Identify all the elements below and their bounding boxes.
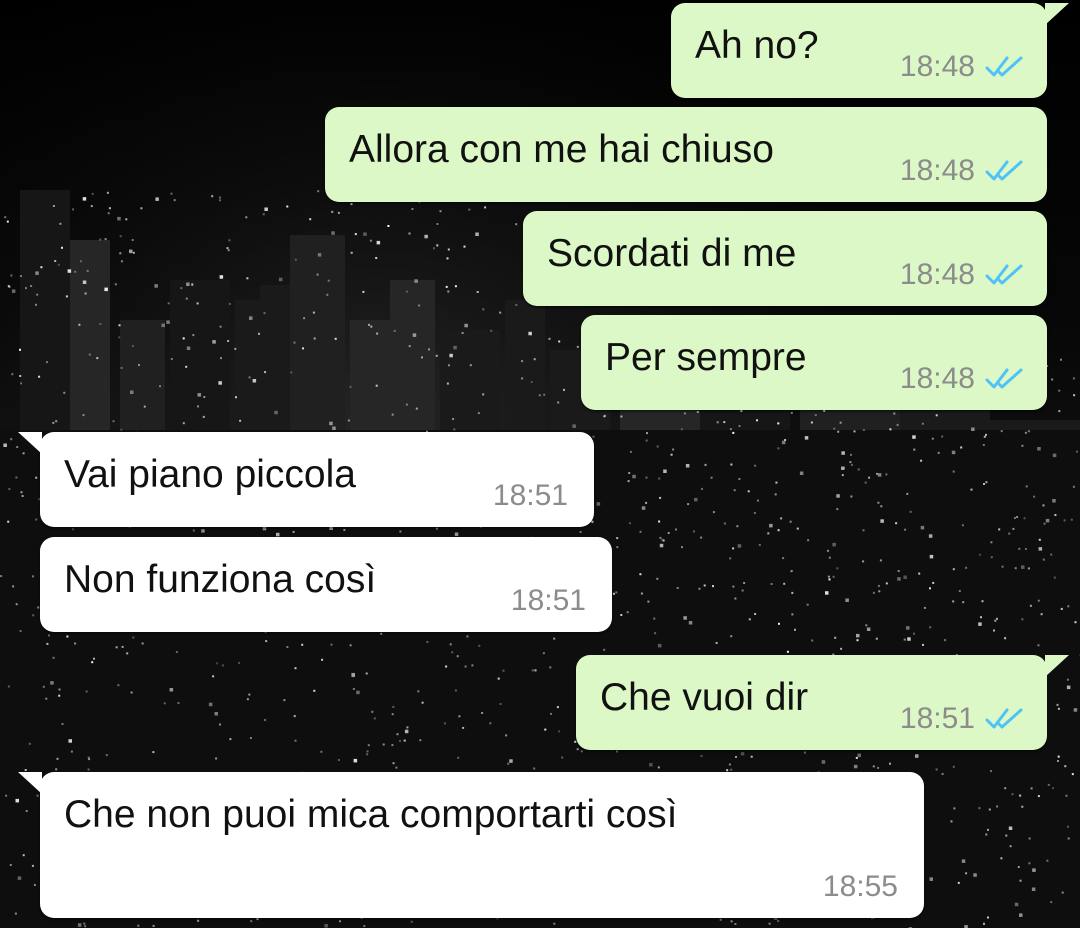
incoming-message-bubble[interactable]: Che non puoi mica comportarti così 18:55 <box>18 772 924 918</box>
message-meta: 18:48 <box>900 362 1025 396</box>
message-timestamp: 18:51 <box>492 479 568 512</box>
outgoing-message-bubble[interactable]: Per sempre 18:48 <box>581 315 1047 410</box>
message-meta: 18:48 <box>900 50 1025 84</box>
message-text: Ah no? <box>695 24 819 67</box>
bubble-tail <box>1045 3 1069 25</box>
message-meta: 18:48 <box>900 258 1025 292</box>
message-text: Per sempre <box>605 336 807 379</box>
outgoing-message-bubble[interactable]: Ah no? 18:48 <box>671 3 1069 98</box>
message-timestamp: 18:51 <box>510 584 586 617</box>
double-check-read-icon <box>985 160 1023 181</box>
message-timestamp: 18:51 <box>899 702 975 735</box>
bubble-tail <box>1045 655 1069 677</box>
message-meta: 18:51 <box>511 584 586 618</box>
message-timestamp: 18:48 <box>899 154 975 187</box>
message-timestamp: 18:48 <box>899 50 975 83</box>
message-meta: 18:51 <box>900 702 1025 736</box>
message-text: Non funziona così <box>64 558 377 601</box>
message-meta: 18:51 <box>493 479 568 513</box>
bubble-tail <box>18 432 42 454</box>
incoming-message-bubble[interactable]: Vai piano piccola 18:51 <box>18 432 594 527</box>
message-text: Che non puoi mica comportarti così <box>64 793 678 836</box>
outgoing-message-bubble[interactable]: Allora con me hai chiuso 18:48 <box>325 107 1047 202</box>
message-meta: 18:55 <box>823 870 898 904</box>
incoming-message-bubble[interactable]: Non funziona così 18:51 <box>40 537 612 632</box>
double-check-read-icon <box>985 264 1023 285</box>
message-text: Allora con me hai chiuso <box>349 128 774 171</box>
double-check-read-icon <box>985 56 1023 77</box>
message-timestamp: 18:55 <box>822 870 898 903</box>
bubble-tail <box>18 772 42 794</box>
message-timestamp: 18:48 <box>899 362 975 395</box>
message-text: Scordati di me <box>547 232 797 275</box>
chat-screen: Ah no? 18:48 Allora con me hai chiuso 18:48… <box>0 0 1080 928</box>
double-check-read-icon <box>985 708 1023 729</box>
message-meta: 18:48 <box>900 154 1025 188</box>
outgoing-message-bubble[interactable]: Che vuoi dir 18:51 <box>576 655 1069 750</box>
message-text: Vai piano piccola <box>64 453 356 496</box>
message-timestamp: 18:48 <box>899 258 975 291</box>
double-check-read-icon <box>985 368 1023 389</box>
outgoing-message-bubble[interactable]: Scordati di me 18:48 <box>523 211 1047 306</box>
message-text: Che vuoi dir <box>600 676 809 719</box>
